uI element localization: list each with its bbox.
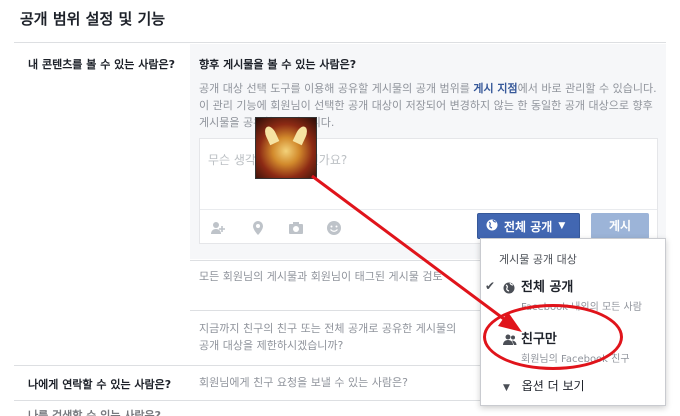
annotation-arrow <box>311 174 522 332</box>
